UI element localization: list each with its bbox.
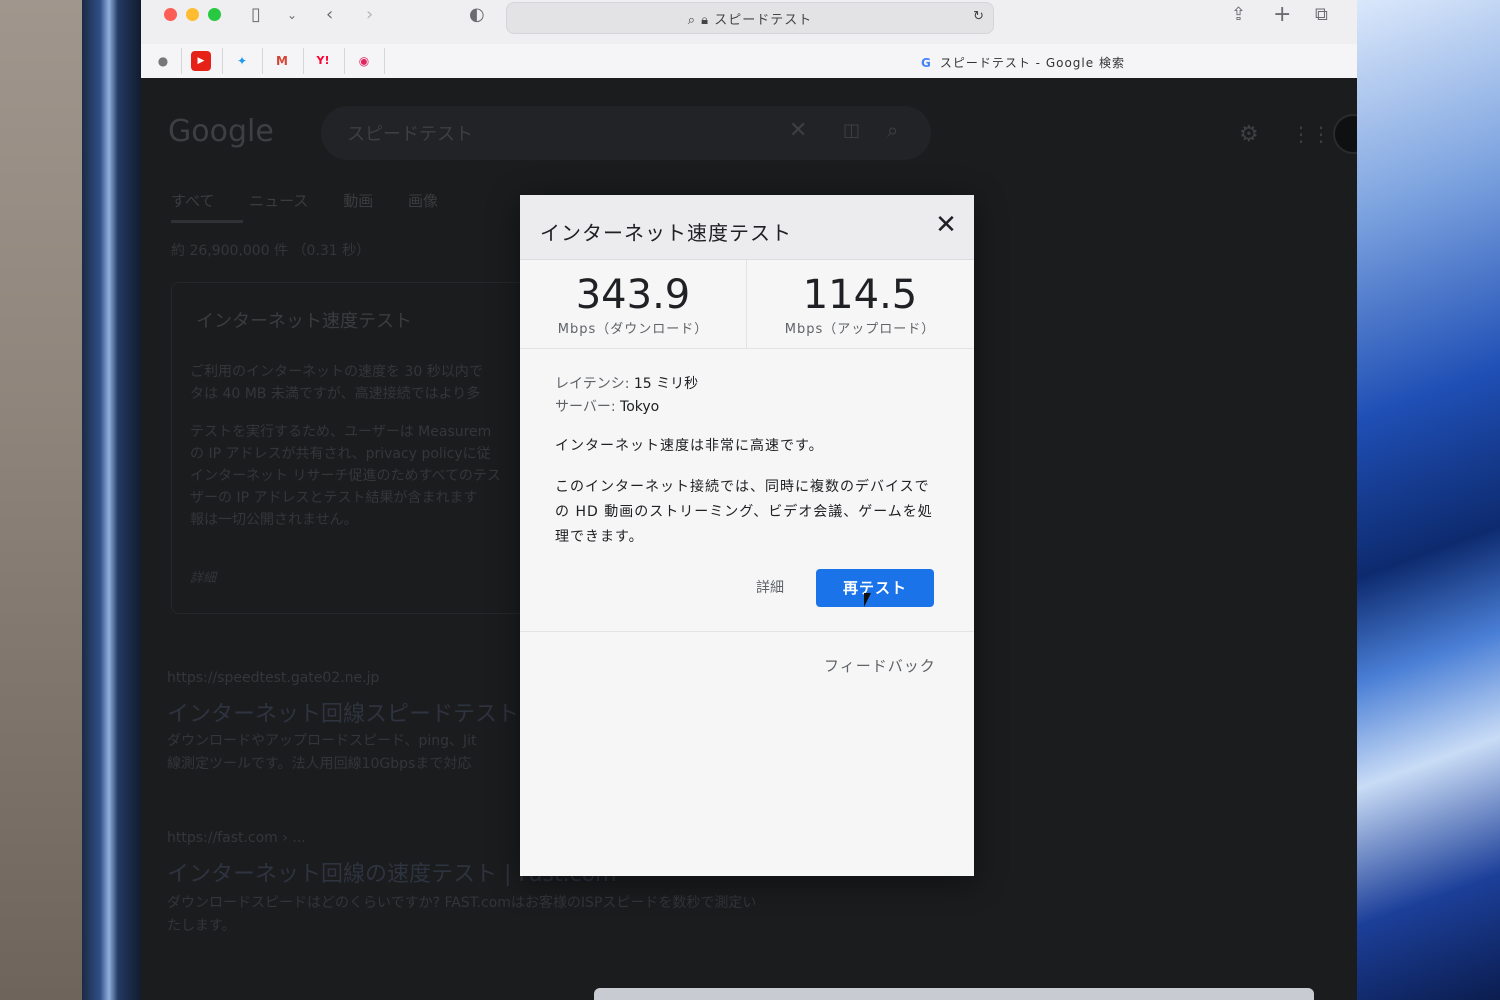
card-line: タは 40 MB 未満ですが、高速接続ではより多 [190,386,481,402]
chevron-down-icon[interactable]: ⌄ [287,4,297,26]
share-icon[interactable]: ⇪ [1231,4,1246,26]
result-description: ダウンロードスピードはどのくらいですか? FAST.comはお客様のISPスピー… [167,892,847,938]
search-icon: ⌕ [687,13,697,28]
sidebar-icon[interactable]: ▯ [251,4,261,26]
active-tab[interactable]: G スピードテスト - Google 検索 [921,54,1125,71]
tab-overview-icon[interactable]: ⧉ [1315,4,1328,26]
wallpaper-left [82,0,142,1000]
card-line: インターネット リサーチ促進のためすべてのテス [190,468,501,484]
search-tabs: すべて ニュース 動画 画像 [171,190,468,211]
active-tab-indicator [171,220,243,223]
speedtest-dialog: インターネット速度テスト ✕ 343.9 Mbps（ダウンロード） 114.5 … [520,195,974,876]
download-stat: 343.9 Mbps（ダウンロード） [520,260,747,348]
card-line: の IP アドレスが共有され、privacy policyに従 [190,446,491,462]
back-icon[interactable]: ‹ [326,4,333,26]
record-icon[interactable]: ◉ [354,51,374,71]
google-logo[interactable]: Google [168,114,274,149]
tab-all[interactable]: すべて [171,192,214,210]
wallpaper-right [1356,0,1500,1000]
tab-videos[interactable]: 動画 [343,192,373,210]
lock-icon: 🔒︎ [701,13,710,28]
card-title: インターネット速度テスト [196,311,412,332]
download-value: 343.9 [575,272,691,318]
divider [520,631,974,632]
card-line: 報は一切公開されません。 [190,512,358,528]
google-icon: G [921,56,932,70]
search-icon[interactable]: ⌕ [887,118,898,142]
search-query[interactable]: スピードテスト [347,120,473,146]
card-line: ご利用のインターネットの速度を 30 秒以内で [190,364,483,380]
card-line: ザーの IP アドレスとテスト結果が含まれます [190,490,478,506]
result-url[interactable]: https://speedtest.gate02.ne.jp [167,670,379,686]
dialog-header: インターネット速度テスト ✕ [520,195,974,260]
card-line: テストを実行するため、ユーザーは Measurem [190,424,492,440]
browser-toolbar: ▯ ⌄ ‹ › ◐ ⌕ 🔒︎ スピードテスト ↻ ⇪ + ⧉ [141,0,1357,44]
server-label: サーバー: [555,399,616,415]
new-tab-icon[interactable]: + [1273,4,1291,26]
twitter-icon[interactable]: ✦ [232,51,252,71]
zoom-window-button[interactable] [208,8,221,21]
youtube-icon[interactable]: ▶ [191,51,211,71]
minimize-window-button[interactable] [186,8,199,21]
result-count: 約 26,900,000 件 （0.31 秒） [171,243,371,259]
close-icon[interactable]: ✕ [932,211,960,239]
server-value: Tokyo [620,399,660,415]
connection-meta: レイテンシ: 15 ミリ秒 サーバー: Tokyo [555,373,698,419]
dialog-title: インターネット速度テスト [540,221,792,245]
upload-stat: 114.5 Mbps（アップロード） [747,260,973,348]
gmail-icon[interactable]: M [272,51,292,71]
detail-link[interactable]: 詳細 [756,577,784,597]
upload-value: 114.5 [802,272,918,318]
latency-value: 15 ミリ秒 [633,376,699,392]
mouse-cursor-icon [864,593,871,607]
tab-images[interactable]: 画像 [408,192,438,210]
speed-summary: インターネット速度は非常に高速です。 [555,438,824,454]
shield-icon[interactable]: ◐ [469,4,485,26]
clear-icon[interactable]: ✕ [789,118,807,143]
speedtest-card: インターネット速度テスト ご利用のインターネットの速度を 30 秒以内で タは … [171,282,533,614]
avatar[interactable] [1333,114,1357,154]
bookmarks-bar: ● ▶ ✦ M Y! ◉ G スピードテスト - Google 検索 [141,44,1357,79]
card-body: ご利用のインターネットの速度を 30 秒以内で タは 40 MB 未満ですが、高… [190,361,525,531]
camera-icon[interactable]: ◫ [843,120,860,141]
address-text: スピードテスト [714,13,813,28]
upload-unit: Mbps（アップロード） [784,322,936,337]
close-window-button[interactable] [164,8,177,21]
card-detail-link[interactable]: 詳細 [190,567,216,586]
gear-icon[interactable]: ⚙ [1239,122,1259,147]
speed-description: このインターネット接続では、同時に複数のデバイスでの HD 動画のストリーミング… [555,479,933,545]
address-bar[interactable]: ⌕ 🔒︎ スピードテスト ↻ [506,2,994,34]
result-desc-line: ダウンロードスピードはどのくらいですか? FAST.comはお客様のISPスピー… [167,895,757,911]
latency-label: レイテンシ: [555,376,630,392]
dock[interactable] [594,988,1314,1000]
download-unit: Mbps（ダウンロード） [557,322,709,337]
yahoo-icon[interactable]: Y! [313,51,333,71]
result-desc-line: たします。 [167,918,236,934]
feedback-link[interactable]: フィードバック [824,655,936,676]
forward-icon[interactable]: › [366,4,373,26]
reload-icon[interactable]: ↻ [973,9,985,24]
tab-title-text: スピードテスト - Google 検索 [939,56,1125,70]
search-box[interactable]: スピードテスト ✕ ◫ ⌕ [321,106,931,160]
tab-news[interactable]: ニュース [249,192,308,210]
result-title[interactable]: インターネット回線スピードテスト [167,696,519,728]
result-url[interactable]: https://fast.com › ... [167,830,306,846]
apple-icon[interactable]: ● [153,51,173,71]
speed-results: 343.9 Mbps（ダウンロード） 114.5 Mbps（アップロード） [520,260,974,349]
retest-button[interactable]: 再テスト [816,569,934,607]
